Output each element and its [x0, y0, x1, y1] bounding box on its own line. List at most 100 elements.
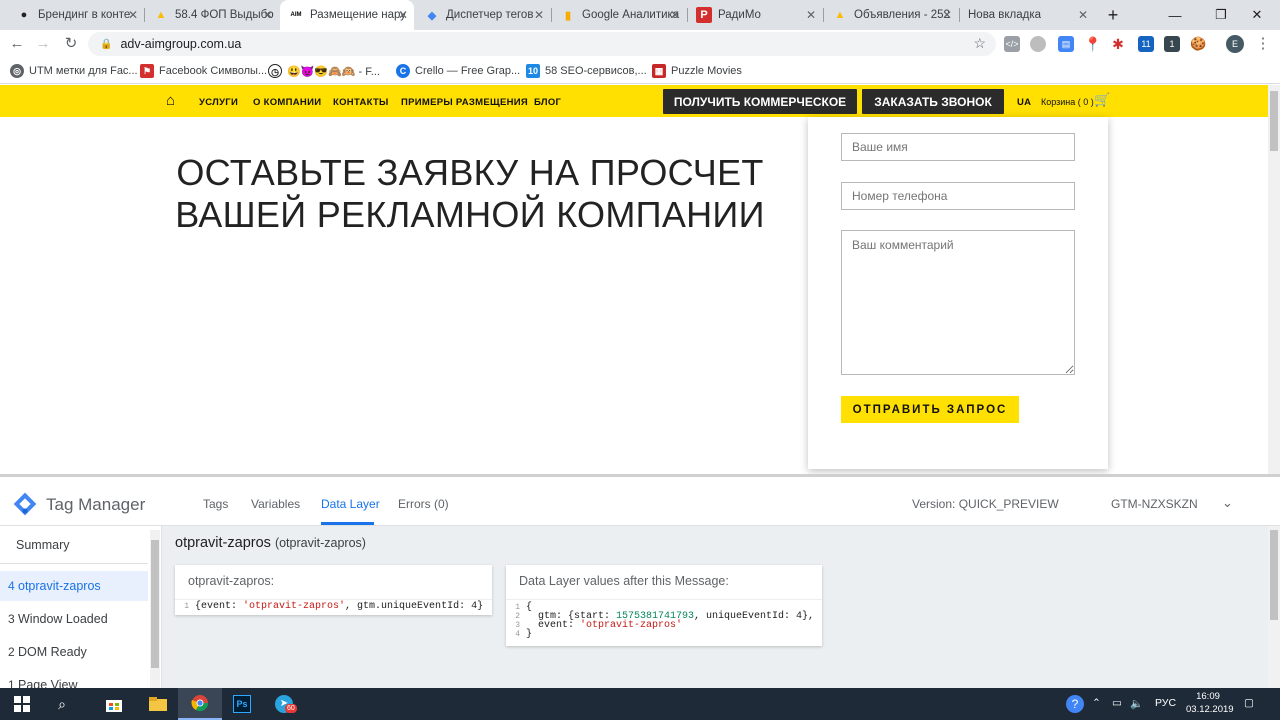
- nav-link-services[interactable]: УСЛУГИ: [199, 97, 238, 108]
- battery-icon[interactable]: ▭: [1112, 697, 1122, 709]
- nav-link-blog[interactable]: БЛОГ: [534, 97, 561, 108]
- extension-gear-icon[interactable]: ✱: [1110, 36, 1126, 52]
- crello-icon: C: [396, 64, 410, 78]
- menu-dots-icon[interactable]: ⋮: [1254, 35, 1272, 53]
- summary-item[interactable]: Summary: [0, 526, 148, 564]
- lock-icon: 🔒: [100, 38, 113, 50]
- close-tab-icon[interactable]: ✕: [128, 8, 138, 22]
- tray-chevron-up-icon[interactable]: ⌃: [1092, 697, 1101, 709]
- forward-arrow-icon[interactable]: →: [34, 35, 52, 53]
- bookmark-item[interactable]: 10 58 SEO-сервисов,...: [526, 63, 647, 79]
- tab-variables[interactable]: Variables: [251, 497, 300, 511]
- volume-icon[interactable]: 🔈: [1130, 697, 1143, 710]
- bookmark-item[interactable]: ◎ UTM метки для Fac...: [10, 63, 138, 79]
- clock[interactable]: 16:09 03.12.2019: [1186, 690, 1234, 716]
- nav-link-contacts[interactable]: КОНТАКТЫ: [333, 97, 389, 108]
- extension-badge-icon[interactable]: 11: [1138, 36, 1154, 52]
- minimize-icon[interactable]: —: [1152, 0, 1198, 30]
- gtm-icon: ◆: [427, 9, 437, 22]
- browser-toolbar: ← → ↻ 🔒 adv-aimgroup.com.ua ☆ </> ▤ 📍 ✱ …: [0, 30, 1280, 58]
- close-tab-icon[interactable]: ✕: [670, 8, 680, 22]
- gtm-scrollbar[interactable]: [1268, 526, 1280, 691]
- browser-tab[interactable]: ▮ Google Аналитика ✕: [552, 0, 686, 30]
- language-indicator[interactable]: РУС: [1155, 697, 1176, 709]
- windows-start-icon[interactable]: [0, 688, 44, 720]
- extension-circle-icon[interactable]: [1030, 36, 1046, 52]
- help-icon[interactable]: ?: [1066, 695, 1084, 713]
- photoshop-icon[interactable]: Ps: [220, 688, 264, 720]
- extension-cookie-icon[interactable]: 🍪: [1190, 36, 1206, 52]
- name-input[interactable]: [841, 133, 1075, 161]
- comment-textarea[interactable]: [841, 230, 1075, 375]
- profile-avatar[interactable]: E: [1226, 35, 1244, 53]
- cart-label[interactable]: Корзина ( 0 ): [1041, 97, 1094, 107]
- file-explorer-icon[interactable]: [136, 688, 180, 720]
- address-bar[interactable]: 🔒 adv-aimgroup.com.ua ☆: [88, 32, 996, 56]
- extension-blue-icon[interactable]: ▤: [1058, 36, 1074, 52]
- close-tab-icon[interactable]: ✕: [806, 8, 816, 22]
- browser-tab-active[interactable]: AIM Размещение нару ✕: [280, 0, 414, 30]
- tab-tags[interactable]: Tags: [203, 497, 228, 511]
- analytics-icon: ▮: [564, 9, 572, 22]
- sidebar-scrollbar[interactable]: [150, 530, 160, 690]
- bookmark-item[interactable]: C Crello — Free Grap...: [396, 63, 520, 79]
- browser-tab[interactable]: P РадиМо ✕: [688, 0, 822, 30]
- nav-link-about[interactable]: О КОМПАНИИ: [253, 97, 321, 108]
- radimo-icon: P: [696, 7, 712, 23]
- chevron-down-icon[interactable]: ⌄: [1222, 495, 1233, 511]
- store-icon[interactable]: [92, 688, 136, 720]
- new-tab-plus-icon[interactable]: +: [1090, 0, 1136, 30]
- back-arrow-icon[interactable]: ←: [8, 35, 26, 53]
- gtm-event-sidebar: Summary 4 otpravit-zapros 3 Window Loade…: [0, 526, 162, 692]
- notifications-icon[interactable]: ▢: [1244, 697, 1254, 709]
- bookmark-item[interactable]: ⚑ Facebook Символы...: [140, 63, 267, 79]
- home-icon[interactable]: ⌂: [166, 92, 175, 109]
- language-switch[interactable]: UA: [1017, 97, 1031, 108]
- tag-manager-title: Tag Manager: [46, 495, 146, 514]
- google-ads-icon: ▲: [155, 9, 167, 21]
- bookmark-item[interactable]: ◷ 😃😈😎🙈🙉 - F...: [268, 63, 380, 79]
- reload-icon[interactable]: ↻: [62, 35, 80, 53]
- chrome-taskbar-icon[interactable]: [178, 688, 222, 720]
- extension-pin-icon[interactable]: 📍: [1084, 36, 1101, 52]
- close-tab-icon[interactable]: ✕: [263, 8, 273, 22]
- close-tab-icon[interactable]: ✕: [534, 8, 544, 22]
- telegram-icon[interactable]: ➤ 60: [262, 688, 306, 720]
- tag-manager-logo-icon: [13, 492, 37, 516]
- phone-input[interactable]: [841, 182, 1075, 210]
- extension-code-icon[interactable]: </>: [1004, 36, 1020, 52]
- bookmark-star-icon[interactable]: ☆: [973, 35, 986, 52]
- event-item-active[interactable]: 4 otpravit-zapros: [0, 571, 148, 601]
- nav-link-examples[interactable]: ПРИМЕРЫ РАЗМЕЩЕНИЯ: [401, 97, 528, 108]
- window-close-icon[interactable]: ✕: [1234, 0, 1280, 30]
- browser-tab[interactable]: ◆ Диспетчер тегов ✕: [416, 0, 550, 30]
- windows-taskbar: ⌕ Ps ➤ 60 ? ⌃ ▭ 🔈 РУС 16:09 03.12.2019 ▢: [0, 688, 1280, 720]
- tab-errors[interactable]: Errors (0): [398, 497, 449, 511]
- tab-data-layer[interactable]: Data Layer: [321, 497, 380, 511]
- bookmark-item[interactable]: ▦ Puzzle Movies: [652, 63, 742, 79]
- browser-tab[interactable]: ▲ Объявления - 252 ✕: [824, 0, 958, 30]
- browser-tab[interactable]: Нова вкладка ✕: [960, 0, 1094, 30]
- extension-cube-icon[interactable]: 1: [1164, 36, 1180, 52]
- event-item[interactable]: 2 DOM Ready: [0, 637, 148, 667]
- cart-icon[interactable]: 🛒: [1094, 92, 1110, 108]
- bookmarks-bar: ◎ UTM метки для Fac... ⚑ Facebook Символ…: [0, 58, 1280, 84]
- page-scrollbar[interactable]: [1268, 85, 1280, 474]
- search-icon[interactable]: ⌕: [40, 688, 84, 720]
- close-tab-icon[interactable]: ✕: [942, 8, 952, 22]
- data-layer-card: Data Layer values after this Message: 1{…: [506, 565, 822, 646]
- submit-request-button[interactable]: ОТПРАВИТЬ ЗАПРОС: [841, 396, 1019, 423]
- close-tab-icon[interactable]: ✕: [398, 8, 408, 22]
- seo-icon: 10: [526, 64, 540, 78]
- close-tab-icon[interactable]: ✕: [1078, 8, 1088, 22]
- data-layer-code: 1{ 2 gtm: {start: 1575381741793, uniqueE…: [506, 599, 822, 644]
- browser-tab[interactable]: ▲ 58.4 ФОП Выдыбо ✕: [145, 0, 279, 30]
- order-call-button[interactable]: ЗАКАЗАТЬ ЗВОНОК: [862, 89, 1004, 114]
- event-item[interactable]: 3 Window Loaded: [0, 604, 148, 634]
- message-code: 1 {event: 'otpravit-zapros', gtm.uniqueEv…: [175, 599, 492, 613]
- browser-tab-strip: ● Брендинг в конте ✕ ▲ 58.4 ФОП Выдыбо ✕…: [0, 0, 1280, 30]
- site-navigation: ⌂ УСЛУГИ О КОМПАНИИ КОНТАКТЫ ПРИМЕРЫ РАЗ…: [0, 85, 1268, 117]
- browser-tab[interactable]: ● Брендинг в конте ✕: [8, 0, 144, 30]
- get-offer-button[interactable]: ПОЛУЧИТЬ КОММЕРЧЕСКОЕ: [663, 89, 857, 114]
- gtm-debug-panel: Tag Manager Tags Variables Data Layer Er…: [0, 474, 1280, 692]
